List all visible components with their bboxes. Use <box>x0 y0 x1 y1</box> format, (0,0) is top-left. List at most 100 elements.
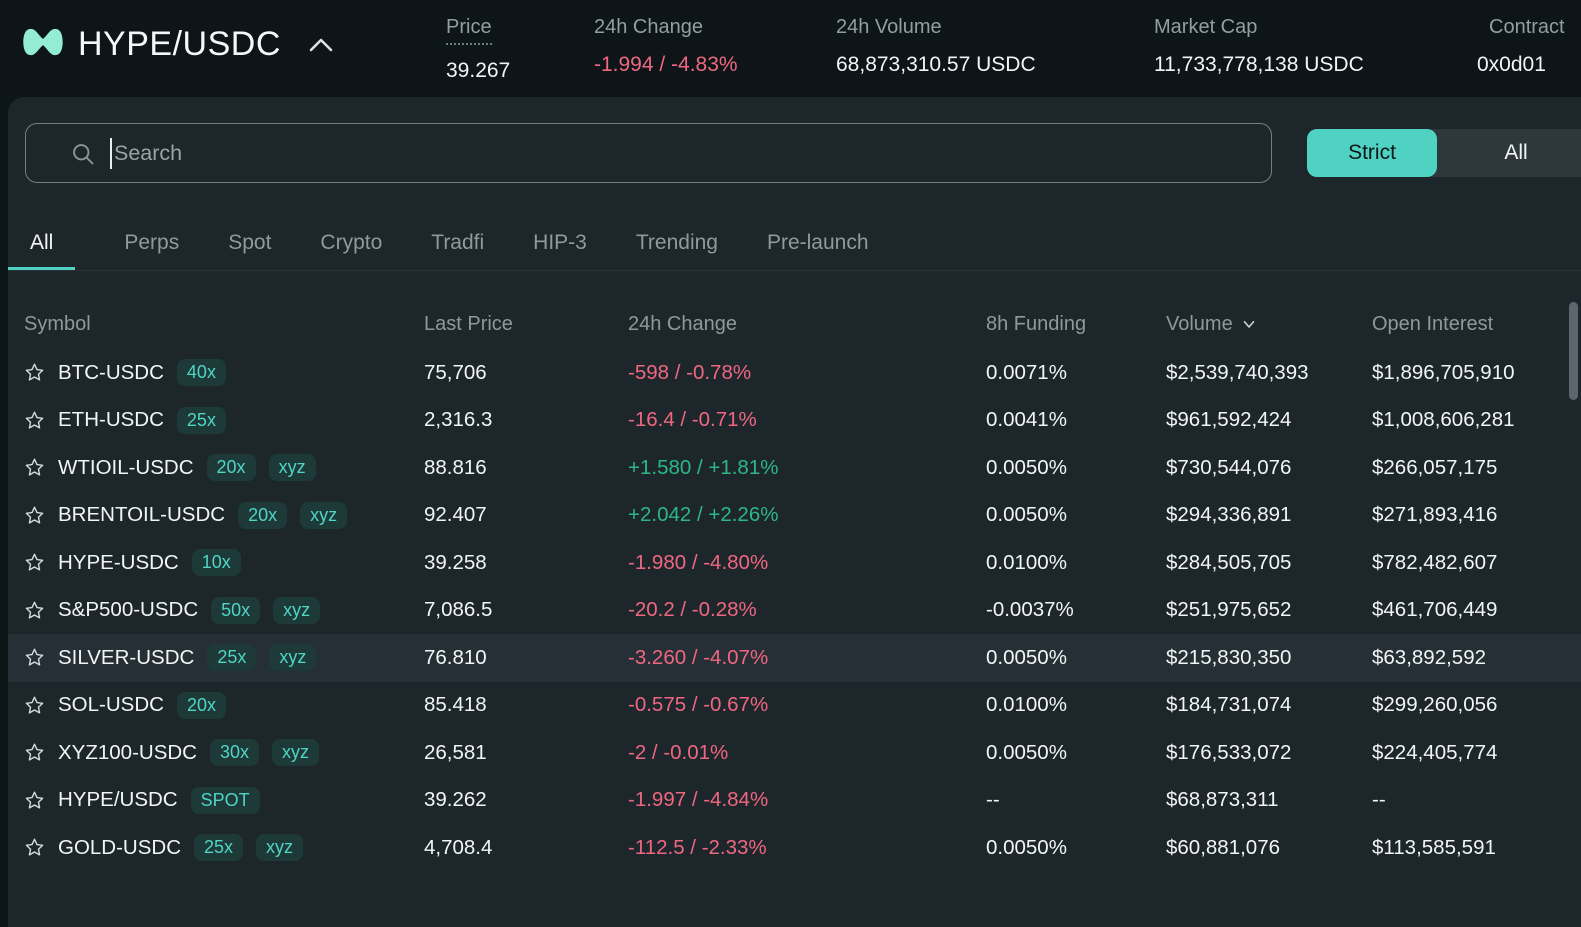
open-interest-cell: $271,893,416 <box>1372 503 1581 527</box>
strict-filter-button[interactable]: Strict <box>1307 129 1437 177</box>
xyz-badge: xyz <box>269 454 316 481</box>
stat-24h-volume: 24h Volume68,873,310.57 USDC <box>836 16 1036 77</box>
tab-tradfi[interactable]: Tradfi <box>431 231 484 270</box>
column-header-last-price[interactable]: Last Price <box>424 313 628 336</box>
scrollbar-thumb[interactable] <box>1569 302 1578 400</box>
stat-value: 39.267 <box>446 59 510 83</box>
symbol-name: SOL-USDC <box>58 693 164 717</box>
search-box[interactable] <box>25 123 1272 183</box>
tab-hip-3[interactable]: HIP-3 <box>533 231 587 270</box>
column-header-volume[interactable]: Volume <box>1166 313 1372 336</box>
all-filter-button[interactable]: All <box>1437 129 1581 177</box>
stat-price: Price39.267 <box>446 16 510 83</box>
open-interest-cell: $299,260,056 <box>1372 693 1581 717</box>
column-label: Volume <box>1166 313 1233 336</box>
table-row[interactable]: HYPE-USDC10x39.258-1.980 / -4.80%0.0100%… <box>8 539 1581 587</box>
symbol-name: ETH-USDC <box>58 408 164 432</box>
column-header-24h-change[interactable]: 24h Change <box>628 313 986 336</box>
change-cell: +1.580 / +1.81% <box>628 456 986 480</box>
favorite-star-icon[interactable] <box>24 837 45 858</box>
stat-label: 24h Change <box>594 16 703 39</box>
symbol-cell: HYPE/USDCSPOT <box>24 787 424 814</box>
favorite-star-icon[interactable] <box>24 695 45 716</box>
favorite-star-icon[interactable] <box>24 647 45 668</box>
xyz-badge: xyz <box>269 644 316 671</box>
volume-cell: $294,336,891 <box>1166 503 1372 527</box>
symbol-cell: SILVER-USDC 25x xyz <box>24 644 424 671</box>
symbol-name: HYPE/USDC <box>58 788 178 812</box>
change-cell: -1.980 / -4.80% <box>628 551 986 575</box>
favorite-star-icon[interactable] <box>24 552 45 573</box>
column-header-symbol[interactable]: Symbol <box>24 313 424 336</box>
tab-crypto[interactable]: Crypto <box>320 231 382 270</box>
symbol-cell: GOLD-USDC25xxyz <box>24 834 424 861</box>
category-tabs: All Perps Spot Crypto Tradfi HIP-3 Trending Pre… <box>8 224 1581 271</box>
stat-label: Contract <box>1489 16 1565 39</box>
leverage-badge: 25x <box>207 644 256 671</box>
symbol-cell: BRENTOIL-USDC20xxyz <box>24 502 424 529</box>
table-row[interactable]: GOLD-USDC25xxyz4,708.4-112.5 / -2.33%0.0… <box>8 824 1581 872</box>
open-interest-cell: $224,405,774 <box>1372 741 1581 765</box>
search-input[interactable] <box>26 124 1271 182</box>
open-interest-cell: $1,008,606,281 <box>1372 408 1581 432</box>
leverage-badge: 20x <box>238 502 287 529</box>
change-cell: -1.997 / -4.84% <box>628 788 986 812</box>
tab-trending[interactable]: Trending <box>636 231 718 270</box>
change-cell: -16.4 / -0.71% <box>628 408 986 432</box>
change-cell: -0.575 / -0.67% <box>628 693 986 717</box>
xyz-badge: xyz <box>272 739 319 766</box>
tab-spot[interactable]: Spot <box>228 231 271 270</box>
volume-cell: $215,830,350 <box>1166 646 1372 670</box>
leverage-badge: 20x <box>207 454 256 481</box>
open-interest-cell: $113,585,591 <box>1372 836 1581 860</box>
favorite-star-icon[interactable] <box>24 742 45 763</box>
funding-cell: 0.0100% <box>986 551 1166 575</box>
pair-selector[interactable]: HYPE/USDC <box>22 24 335 65</box>
favorite-star-icon[interactable] <box>24 457 45 478</box>
xyz-badge: xyz <box>256 834 303 861</box>
funding-cell: 0.0050% <box>986 741 1166 765</box>
xyz-badge: xyz <box>300 502 347 529</box>
leverage-badge: 40x <box>177 359 226 386</box>
favorite-star-icon[interactable] <box>24 600 45 621</box>
symbol-name: SILVER-USDC <box>58 646 194 670</box>
symbol-name: XYZ100-USDC <box>58 741 197 765</box>
table-row[interactable]: ETH-USDC25x2,316.3-16.4 / -0.71%0.0041%$… <box>8 397 1581 445</box>
favorite-star-icon[interactable] <box>24 505 45 526</box>
symbol-name: WTIOIL-USDC <box>58 456 194 480</box>
table-row[interactable]: SILVER-USDC25xxyz76.810-3.260 / -4.07%0.… <box>8 634 1581 682</box>
open-interest-cell: $1,896,705,910 <box>1372 361 1581 385</box>
funding-cell: 0.0050% <box>986 503 1166 527</box>
favorite-star-icon[interactable] <box>24 790 45 811</box>
tab-all[interactable]: All <box>8 231 75 270</box>
last-price-cell: 88.816 <box>424 456 628 480</box>
favorite-star-icon[interactable] <box>24 362 45 383</box>
funding-cell: 0.0050% <box>986 836 1166 860</box>
leverage-badge: 30x <box>210 739 259 766</box>
last-price-cell: 2,316.3 <box>424 408 628 432</box>
tab-pre-launch[interactable]: Pre-launch <box>767 231 869 270</box>
symbol-cell: XYZ100-USDC 30x xyz <box>24 739 424 766</box>
open-interest-cell: $266,057,175 <box>1372 456 1581 480</box>
stat-label: 24h Volume <box>836 16 942 39</box>
table-row[interactable]: S&P500-USDC50xxyz7,086.5-20.2 / -0.28%-0… <box>8 587 1581 635</box>
column-header-open-interest[interactable]: Open Interest <box>1372 313 1581 336</box>
table-row[interactable]: SOL-USDC20x85.418-0.575 / -0.67%0.0100%$… <box>8 682 1581 730</box>
column-header-8h-funding[interactable]: 8h Funding <box>986 313 1166 336</box>
last-price-cell: 26,581 <box>424 741 628 765</box>
change-cell: -3.260 / -4.07% <box>628 646 986 670</box>
table-row[interactable]: XYZ100-USDC30xxyz26,581-2 / -0.01%0.0050… <box>8 729 1581 777</box>
open-interest-cell: -- <box>1372 788 1581 812</box>
tab-perps[interactable]: Perps <box>124 231 179 270</box>
sort-chevron-down-icon <box>1240 315 1258 333</box>
pair-header: HYPE/USDC Price39.267 24h Change-1.994 / … <box>0 0 1581 97</box>
stat-24h-change: 24h Change-1.994 / -4.83% <box>594 16 738 77</box>
table-row[interactable]: HYPE/USDCSPOT39.262-1.997 / -4.84%--$68,… <box>8 777 1581 825</box>
table-row[interactable]: BTC-USDC40x75,706-598 / -0.78%0.0071%$2,… <box>8 349 1581 397</box>
table-row[interactable]: WTIOIL-USDC20xxyz88.816+1.580 / +1.81%0.… <box>8 444 1581 492</box>
search-mode-toggle: Strict All <box>1307 129 1581 177</box>
last-price-cell: 76.810 <box>424 646 628 670</box>
table-row[interactable]: BRENTOIL-USDC20xxyz92.407+2.042 / +2.26%… <box>8 492 1581 540</box>
favorite-star-icon[interactable] <box>24 410 45 431</box>
column-label: Open Interest <box>1372 313 1493 336</box>
